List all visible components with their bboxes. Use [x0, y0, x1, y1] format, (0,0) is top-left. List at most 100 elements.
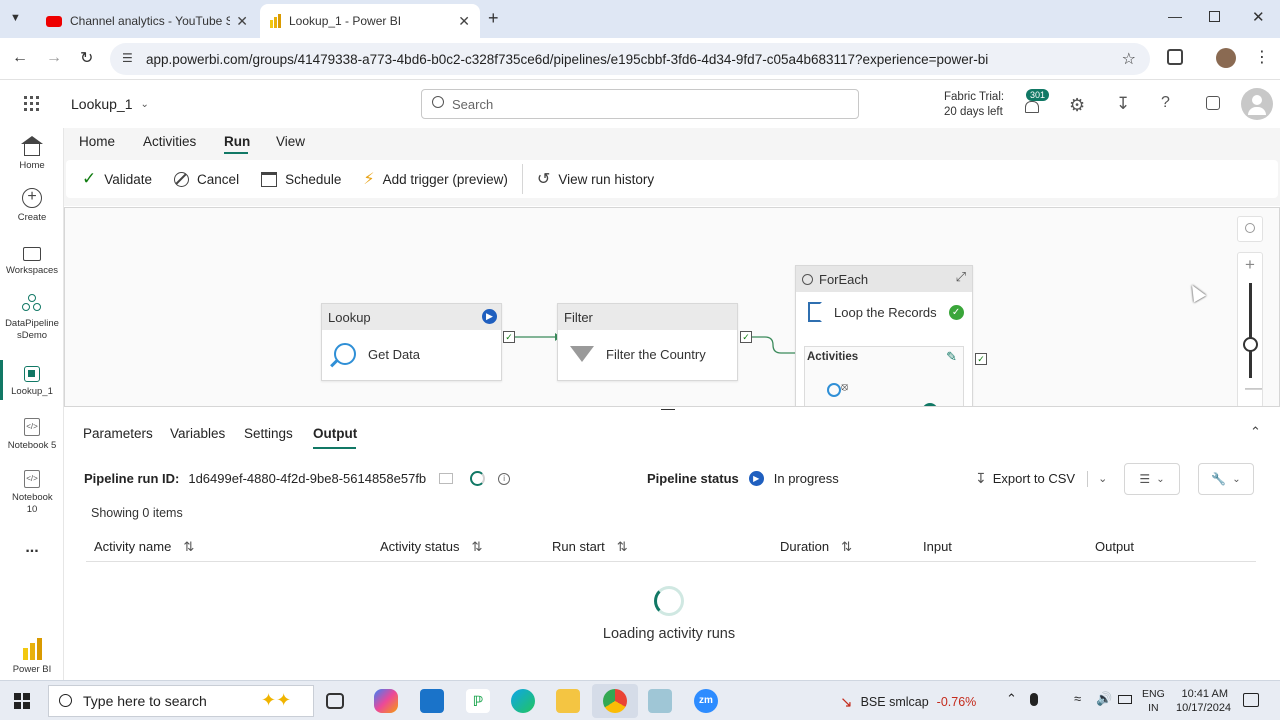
cancel-button[interactable]: Cancel [174, 171, 239, 187]
close-tab-icon[interactable]: ✕ [236, 13, 248, 30]
notepad-icon[interactable] [648, 689, 672, 713]
profile-avatar[interactable] [1216, 48, 1236, 68]
rail-item-home[interactable]: Home [0, 136, 64, 172]
column-output[interactable]: Output [1095, 539, 1134, 554]
sort-icon[interactable]: ⇅ [617, 539, 628, 554]
rail-item-create[interactable]: + Create [0, 188, 64, 224]
refresh-spinner-icon[interactable] [470, 471, 486, 486]
column-activity-status[interactable]: Activity status ⇅ [380, 539, 482, 555]
language-indicator[interactable]: ENG IN [1142, 687, 1165, 715]
rail-item-datapipelinesdemo[interactable]: DataPipeline sDemo [0, 294, 64, 342]
rail-item-lookup1[interactable]: Lookup_1 [0, 366, 64, 398]
microphone-icon[interactable] [1030, 693, 1038, 706]
minimize-button[interactable]: — [1168, 8, 1182, 24]
rail-item-notebook5[interactable]: </> Notebook 5 [0, 418, 64, 452]
validate-button[interactable]: ✓ Validate [82, 169, 152, 189]
sort-icon[interactable]: ⇅ [183, 539, 194, 554]
zoom-icon[interactable]: zm [694, 689, 718, 713]
show-hidden-icons[interactable]: ⌃ [1006, 691, 1017, 707]
item-name-dropdown[interactable]: Lookup_1 ⌄ [71, 96, 149, 112]
rail-item-more[interactable]: ... [0, 540, 64, 556]
stock-widget[interactable]: ↘ BSE smlcap -0.76% [840, 693, 976, 711]
info-icon[interactable]: i [498, 472, 511, 485]
column-duration[interactable]: Duration ⇅ [780, 539, 852, 555]
forward-icon[interactable]: → [46, 49, 62, 67]
taskbar-search-input[interactable]: Type here to search ✦✦ [48, 685, 314, 717]
copilot-icon[interactable] [374, 689, 398, 713]
network-icon[interactable]: ≈ [1074, 691, 1081, 706]
chevron-down-icon[interactable]: ⌄ [1098, 472, 1107, 485]
tab-output[interactable]: Output [313, 426, 357, 441]
task-view-icon[interactable] [326, 693, 344, 709]
canvas-search-button[interactable] [1237, 216, 1263, 242]
filter-activity-node[interactable]: Filter Filter the Country [557, 303, 738, 381]
share-feedback-icon[interactable] [1206, 96, 1220, 110]
schedule-button[interactable]: Schedule [261, 171, 341, 187]
notifications-button[interactable]: 301 [1022, 89, 1050, 116]
browser-menu-icon[interactable]: ⋮ [1254, 47, 1270, 67]
browser-tab-youtube[interactable]: Channel analytics - YouTube Stu ✕ [36, 4, 258, 38]
help-icon[interactable]: ? [1161, 94, 1170, 112]
site-info-icon[interactable]: ☰ [122, 51, 133, 65]
rail-item-notebook10[interactable]: </> Notebook 10 [0, 470, 64, 516]
rail-item-powerbi[interactable]: Power BI [0, 636, 64, 676]
new-tab-button[interactable]: + [488, 8, 499, 29]
sort-icon[interactable]: ⇅ [471, 539, 482, 554]
download-icon[interactable]: ↧ [1116, 94, 1130, 114]
file-explorer-icon[interactable] [556, 689, 580, 713]
zoom-in-icon[interactable]: + [1245, 255, 1255, 275]
filter-success-connector[interactable]: ✓ [740, 331, 752, 343]
pipeline-canvas[interactable]: Lookup ▶ Get Data ✓ Filter Filter the Co… [64, 207, 1280, 407]
visual-studio-icon[interactable]: ℙ [466, 689, 490, 713]
chrome-icon[interactable] [603, 689, 627, 713]
tab-activities[interactable]: Activities [143, 134, 196, 149]
add-trigger-button[interactable]: ⚡ Add trigger (preview) [363, 169, 508, 189]
column-options-button[interactable]: 🔧 ⌄ [1198, 463, 1254, 495]
column-run-start[interactable]: Run start ⇅ [552, 539, 628, 555]
maximize-button[interactable] [1209, 11, 1220, 22]
foreach-activities-box[interactable]: Activities ✎ ⦻ [804, 346, 964, 406]
collapse-panel-icon[interactable]: ⌃ [1250, 424, 1261, 440]
user-avatar[interactable] [1241, 88, 1273, 120]
extensions-icon[interactable] [1167, 49, 1183, 65]
tab-variables[interactable]: Variables [170, 426, 225, 441]
column-input[interactable]: Input [923, 539, 952, 554]
address-bar[interactable]: ☰ app.powerbi.com/groups/41479338-a773-4… [110, 43, 1150, 75]
foreach-success-connector[interactable]: ✓ [975, 353, 987, 365]
zoom-slider-track[interactable] [1249, 283, 1252, 378]
column-activity-name[interactable]: Activity name ⇅ [94, 539, 194, 555]
tab-run[interactable]: Run [224, 134, 250, 149]
tab-home[interactable]: Home [79, 134, 115, 149]
collapse-icon[interactable]: ⤢ [956, 269, 966, 285]
start-windows-icon[interactable] [14, 693, 30, 709]
tab-list-dropdown-icon[interactable]: ▼ [10, 12, 21, 24]
battery-icon[interactable] [1118, 695, 1132, 704]
mail-icon[interactable] [420, 689, 444, 713]
reload-icon[interactable]: ↻ [80, 48, 93, 68]
notification-center-icon[interactable] [1243, 693, 1259, 707]
edit-pencil-icon[interactable]: ✎ [946, 349, 957, 365]
zoom-out-icon[interactable]: — [1245, 378, 1262, 398]
trial-status[interactable]: Fabric Trial: 20 days left [944, 90, 1004, 120]
settings-gear-icon[interactable]: ⚙ [1069, 95, 1085, 116]
clock[interactable]: 10:41 AM 10/17/2024 [1176, 687, 1231, 715]
lookup-success-connector[interactable]: ✓ [503, 331, 515, 343]
close-tab-icon[interactable]: ✕ [458, 13, 470, 30]
close-window-button[interactable]: ✕ [1252, 8, 1265, 26]
browser-tab-powerbi[interactable]: Lookup_1 - Power BI ✕ [260, 4, 480, 38]
rail-item-workspaces[interactable]: Workspaces [0, 243, 64, 277]
sort-icon[interactable]: ⇅ [841, 539, 852, 554]
export-csv-button[interactable]: ↧ Export to CSV ⌄ [975, 470, 1107, 487]
zoom-slider-thumb[interactable] [1243, 337, 1258, 352]
back-icon[interactable]: ← [12, 49, 28, 67]
bookmark-star-icon[interactable]: ☆ [1122, 49, 1136, 69]
volume-icon[interactable]: 🔊 [1096, 691, 1112, 707]
app-launcher-icon[interactable] [24, 96, 40, 112]
tab-settings[interactable]: Settings [244, 426, 293, 441]
filter-button[interactable]: ☰ ⌄ [1124, 463, 1180, 495]
tab-view[interactable]: View [276, 134, 305, 149]
search-input[interactable]: Search [421, 89, 859, 119]
edge-icon[interactable] [511, 689, 535, 713]
lookup-activity-node[interactable]: Lookup ▶ Get Data [321, 303, 502, 381]
tab-parameters[interactable]: Parameters [83, 426, 153, 441]
